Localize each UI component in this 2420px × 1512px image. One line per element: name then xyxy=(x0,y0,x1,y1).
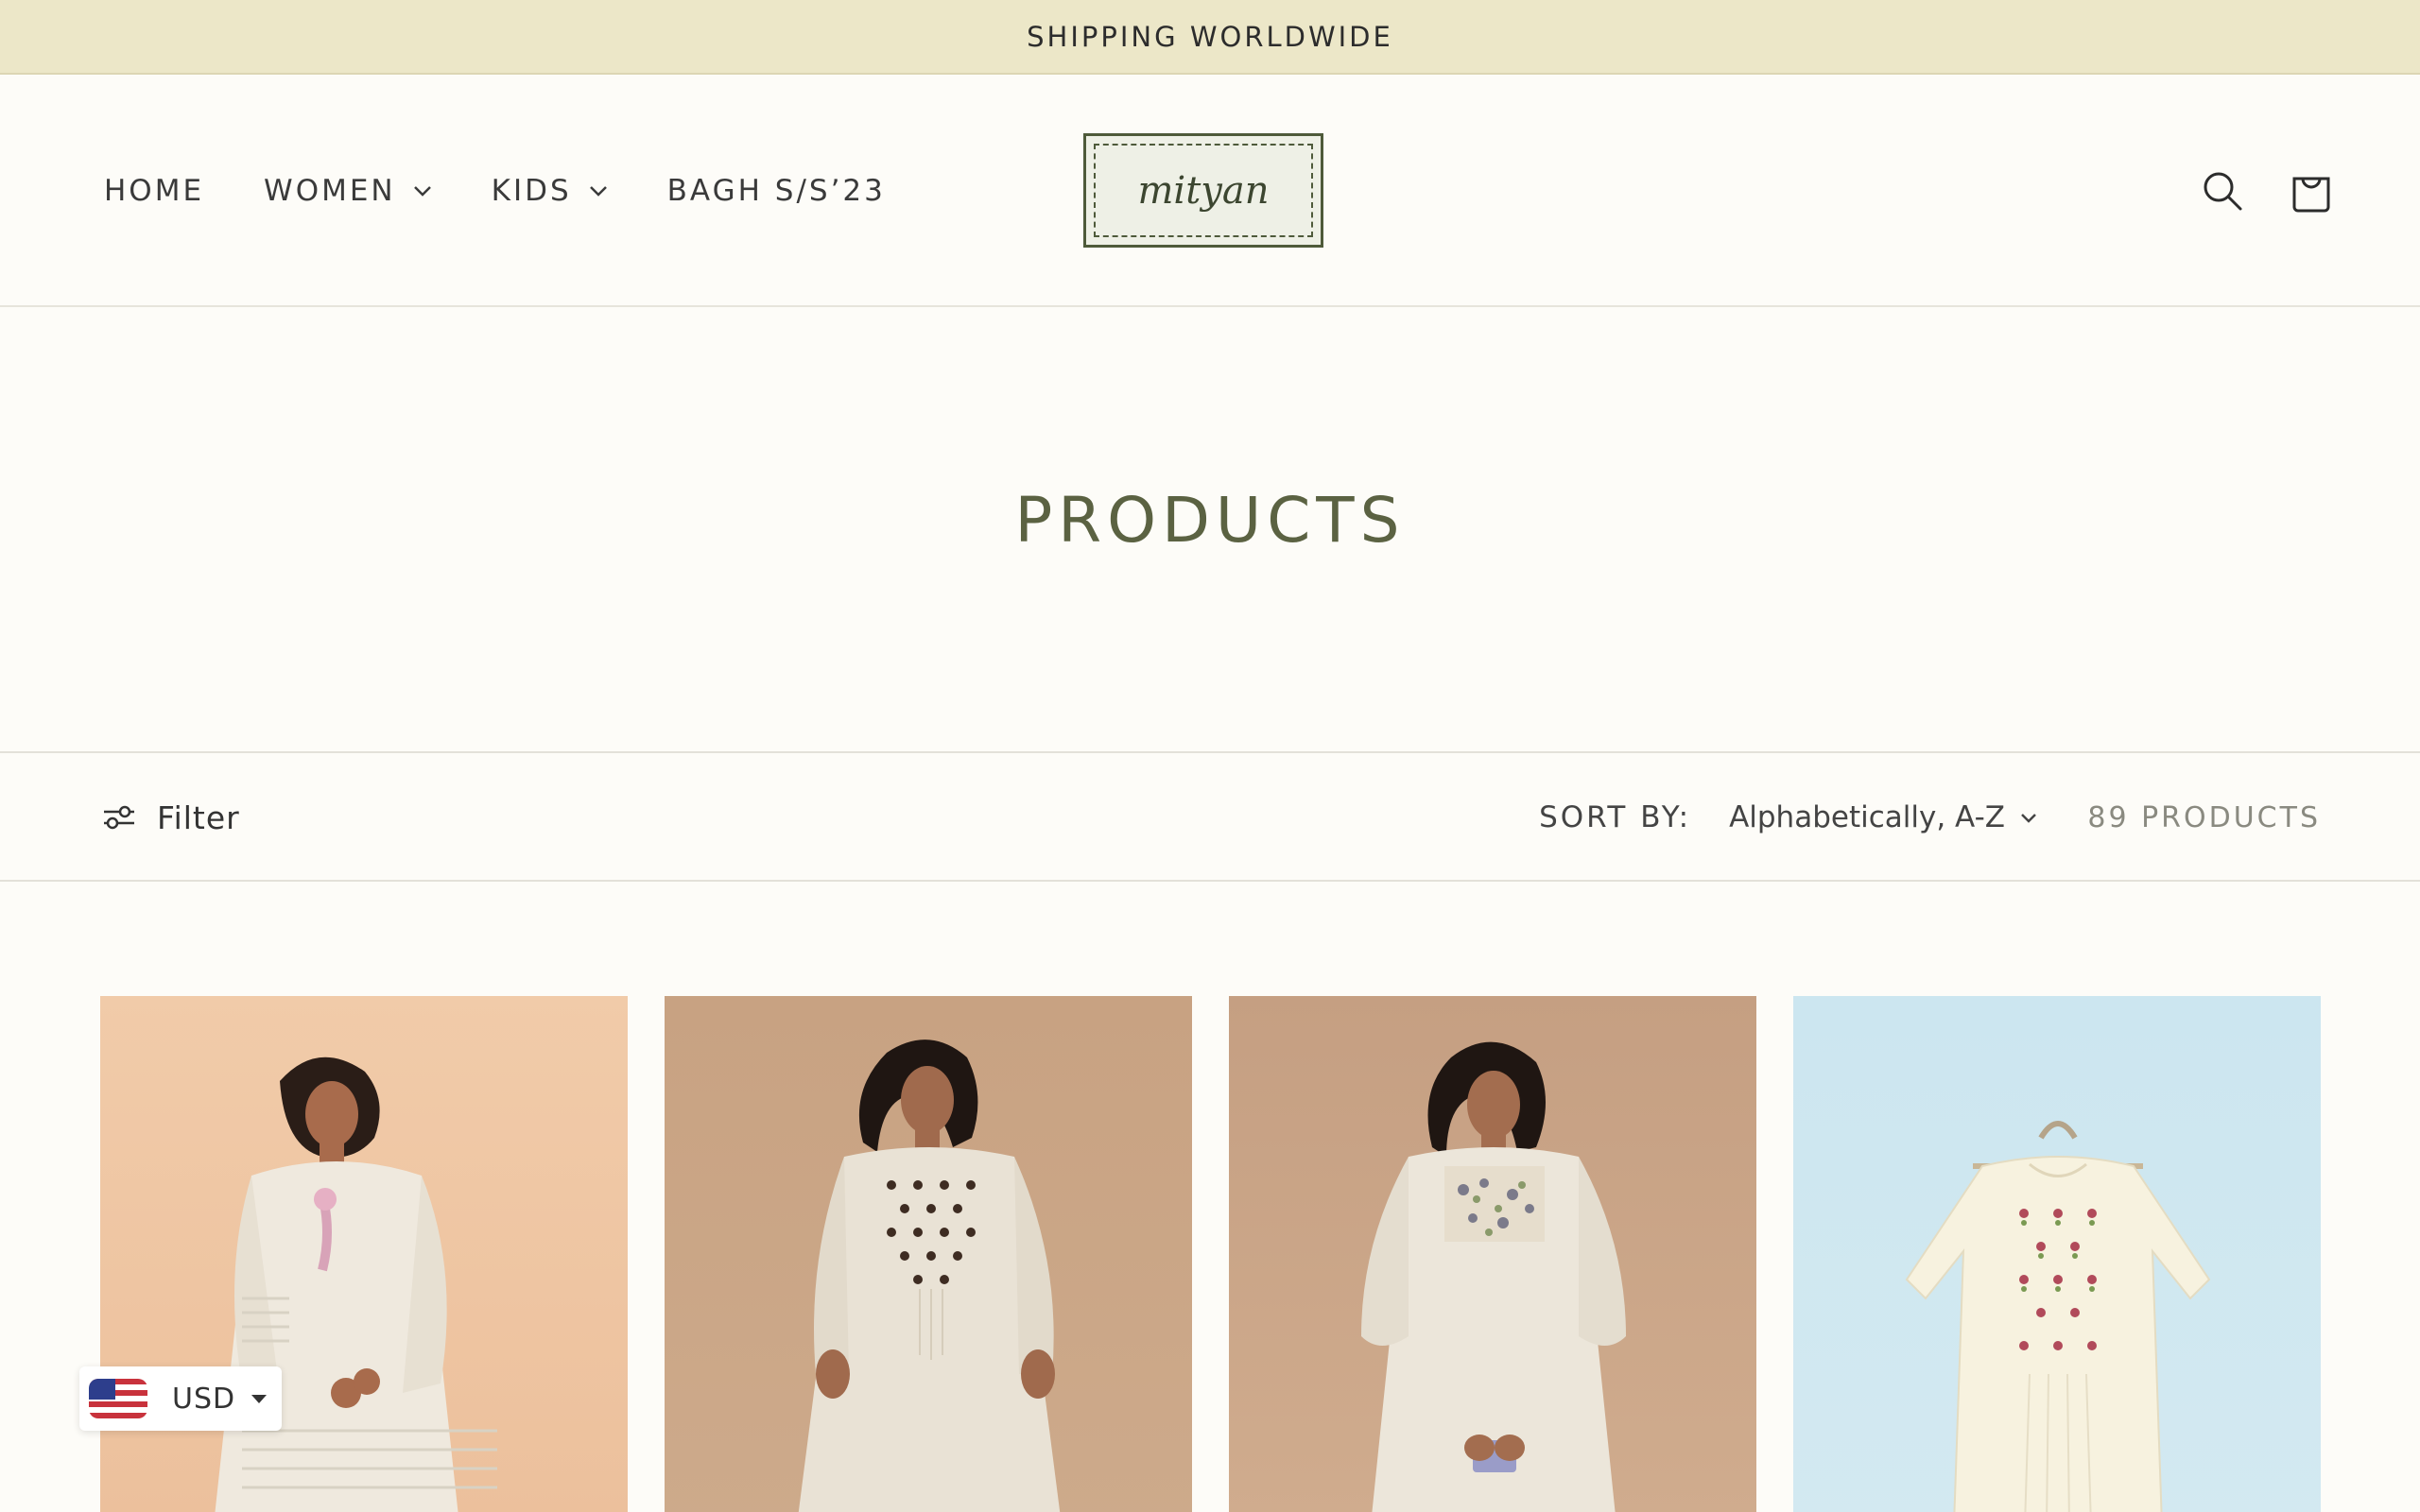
nav-item-kids[interactable]: KIDS xyxy=(492,174,608,208)
chevron-down-icon xyxy=(589,185,608,197)
model-figure xyxy=(215,1057,497,1512)
nav-label: WOMEN xyxy=(264,174,396,208)
nav-item-bagh[interactable]: BAGH S/S’23 xyxy=(667,174,886,208)
search-button[interactable] xyxy=(2199,167,2246,215)
sort-label: SORT BY: xyxy=(1539,800,1692,834)
currency-selector[interactable]: USD xyxy=(79,1366,282,1431)
sort-select[interactable]: Alphabetically, A-Z xyxy=(1729,800,2037,834)
product-card[interactable] xyxy=(665,996,1192,1512)
announcement-bar: SHIPPING WORLDWIDE xyxy=(0,0,2420,75)
product-card[interactable] xyxy=(1229,996,1756,1512)
nav-label: HOME xyxy=(104,174,205,208)
announcement-text: SHIPPING WORLDWIDE xyxy=(1027,20,1393,53)
page-title: PRODUCTS xyxy=(1014,483,1406,557)
chevron-down-icon xyxy=(2020,813,2037,823)
collection-toolbar: Filter SORT BY: Alphabetically, A-Z 89 P… xyxy=(0,753,2420,882)
sort-value: Alphabetically, A-Z xyxy=(1729,800,2005,834)
nav-item-women[interactable]: WOMEN xyxy=(264,174,432,208)
cart-button[interactable] xyxy=(2288,167,2335,215)
main-nav: HOME WOMEN KIDS BAGH S/S’23 xyxy=(104,75,945,307)
cart-icon xyxy=(2292,177,2330,213)
nav-label: KIDS xyxy=(491,174,572,208)
filter-sliders-icon xyxy=(104,805,134,830)
sort-control: SORT BY: Alphabetically, A-Z xyxy=(1539,753,2037,882)
model-figure xyxy=(798,1040,1061,1512)
garment-figure xyxy=(1905,1121,2211,1512)
site-header: HOME WOMEN KIDS BAGH S/S’23 mityan xyxy=(0,75,2420,307)
filter-label: Filter xyxy=(157,799,240,836)
currency-code: USD xyxy=(172,1382,236,1416)
search-icon xyxy=(2204,172,2242,211)
collection-hero: PRODUCTS xyxy=(0,307,2420,753)
us-flag-icon xyxy=(89,1379,147,1418)
product-card[interactable] xyxy=(100,996,628,1512)
filter-button[interactable]: Filter xyxy=(102,753,240,882)
chevron-down-icon xyxy=(413,185,432,197)
nav-label: BAGH S/S’23 xyxy=(666,174,886,208)
product-grid xyxy=(100,996,2322,1512)
header-icons xyxy=(2157,75,2335,307)
logo-text: mityan xyxy=(1137,168,1270,213)
product-count: 89 PRODUCTS xyxy=(2087,800,2321,834)
nav-item-home[interactable]: HOME xyxy=(104,174,204,208)
model-figure xyxy=(1361,1041,1626,1512)
product-card[interactable] xyxy=(1793,996,2321,1512)
caret-down-icon xyxy=(251,1394,268,1404)
brand-logo[interactable]: mityan xyxy=(1083,133,1323,248)
